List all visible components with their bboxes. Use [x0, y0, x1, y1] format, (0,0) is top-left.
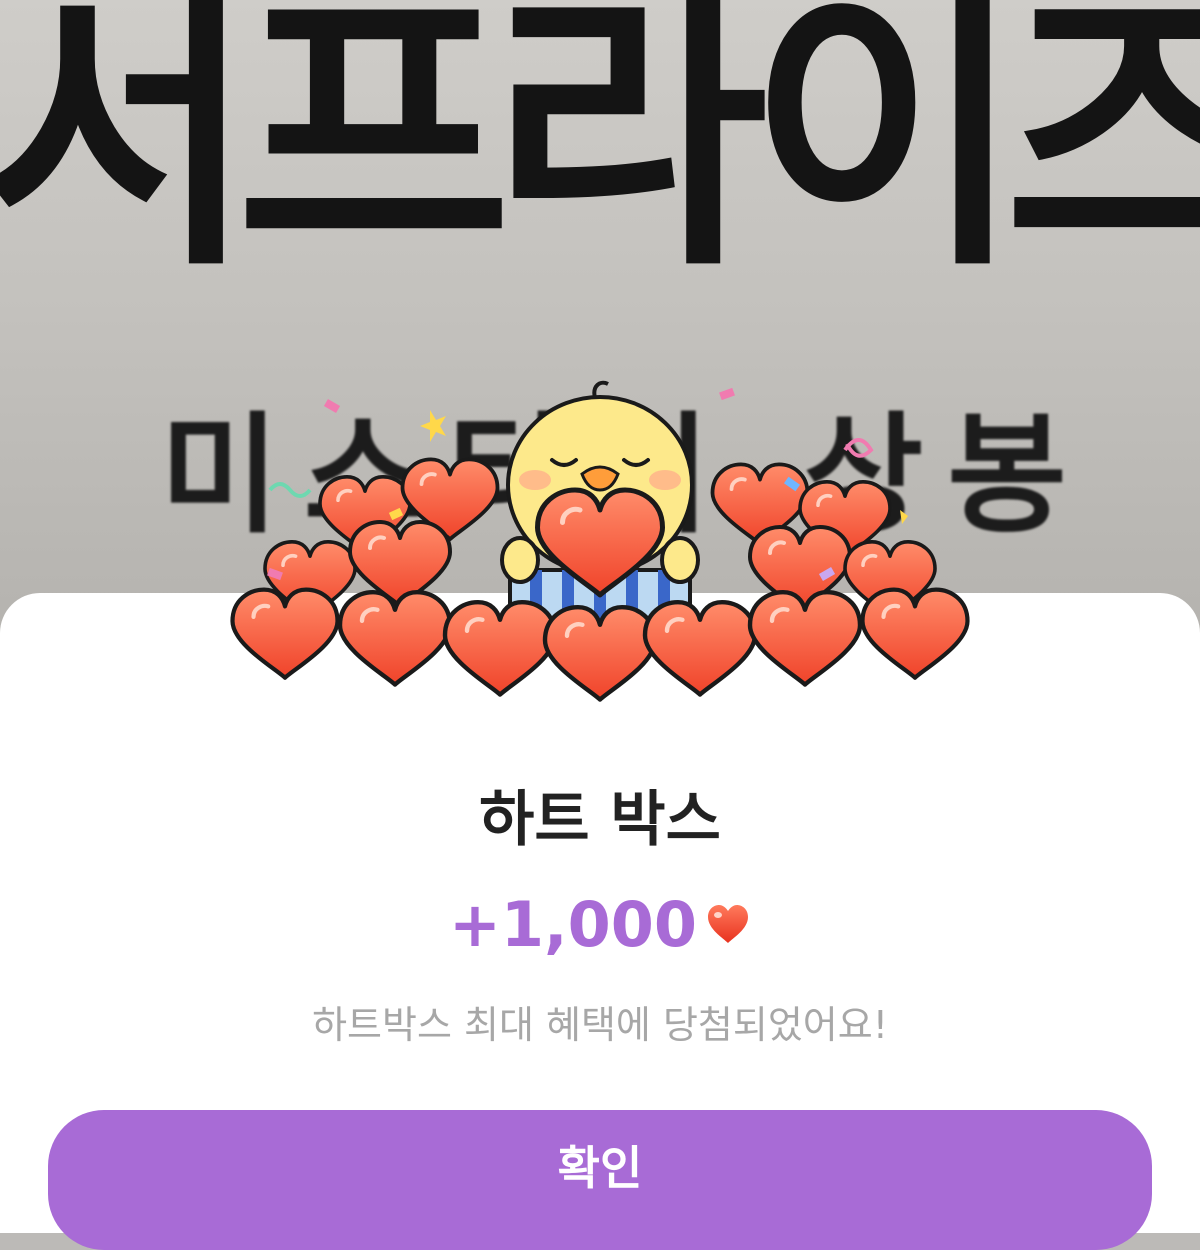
reward-amount-row: +1,000: [0, 885, 1200, 965]
confirm-button-label: 확인: [557, 1141, 643, 1195]
popup-title: 하트 박스: [479, 785, 721, 855]
background-sign-large-text: 서프라이즈: [0, 0, 1200, 306]
reward-amount: +1,000: [448, 888, 698, 961]
heart-icon: [708, 905, 749, 943]
chick-holding-heart-box-icon: [200, 380, 1000, 740]
popup-message: 하트박스 최대 혜택에 당첨되었어요!: [312, 1003, 888, 1047]
confirm-button[interactable]: 확인: [48, 1110, 1152, 1250]
